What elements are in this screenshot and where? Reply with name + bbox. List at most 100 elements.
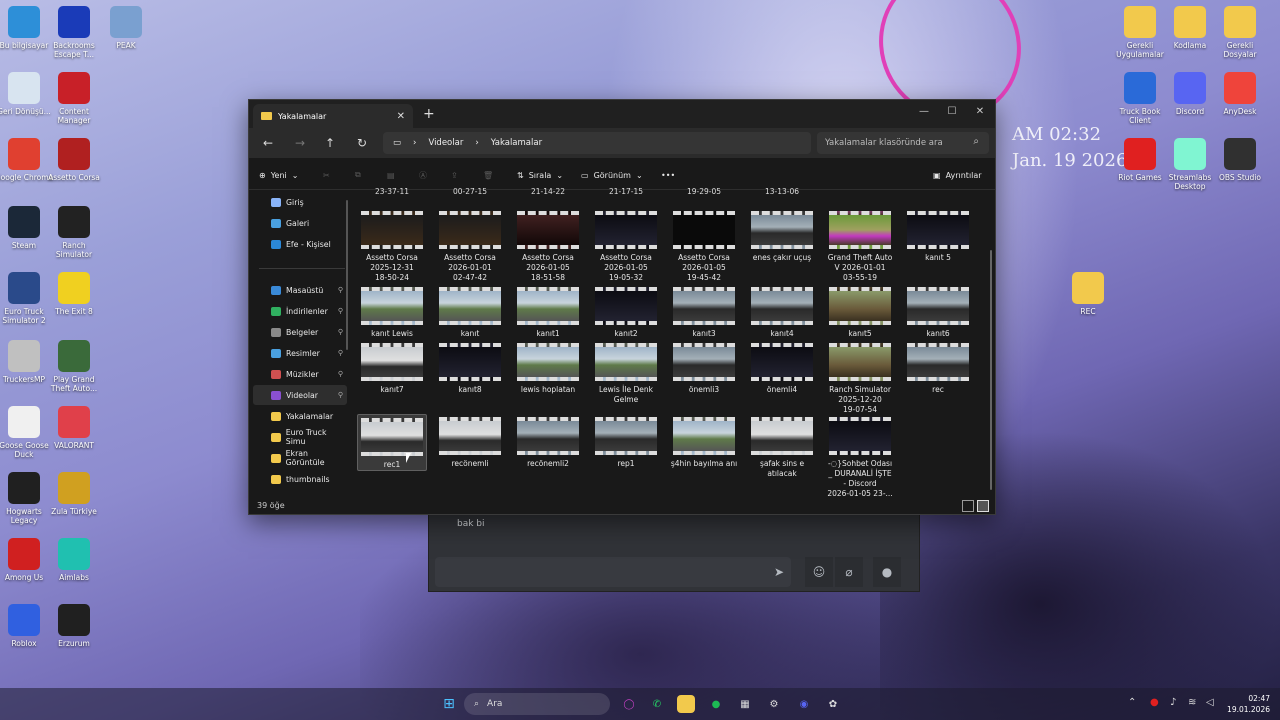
breadcrumb-yakalamalar[interactable]: Yakalamalar <box>491 138 542 148</box>
large-icons-view-button[interactable] <box>977 500 989 512</box>
sidebar-item[interactable]: thumbnails <box>253 469 347 489</box>
sidebar-item[interactable]: Euro Truck Simu <box>253 427 347 447</box>
whatsapp-icon[interactable]: ✆ <box>648 695 666 713</box>
desktop-icon[interactable]: REC <box>1058 272 1118 316</box>
wifi-icon[interactable]: ≋ <box>1188 697 1196 708</box>
file-item[interactable]: şafak sins e atılacak <box>747 414 817 479</box>
copy-icon[interactable]: ⧉ <box>355 167 361 183</box>
desktop-icon[interactable]: The Exit 8 <box>44 272 104 316</box>
volume-icon[interactable]: ◁ <box>1206 697 1214 708</box>
sidebar-item[interactable]: Videolar ⚲ <box>253 385 347 405</box>
file-item[interactable]: kanıt6 <box>903 284 973 339</box>
up-button[interactable]: ↑ <box>319 134 341 152</box>
file-item[interactable]: recönemli <box>435 414 505 469</box>
file-item[interactable]: lewis hoplatan <box>513 340 583 395</box>
rename-icon[interactable]: Ⓐ <box>419 167 427 183</box>
file-item[interactable]: enes çakır uçuş <box>747 208 817 263</box>
file-explorer-icon[interactable] <box>677 695 695 713</box>
minimize-button[interactable]: — <box>909 102 939 122</box>
spotify-icon[interactable]: ● <box>707 695 725 713</box>
desktop-icon[interactable]: Gerekli Dosyalar <box>1210 6 1270 59</box>
taskbar-search[interactable]: ⌕ Ara <box>464 693 610 715</box>
file-item[interactable]: recönemli2 <box>513 414 583 469</box>
sidebar-item[interactable]: Yakalamalar <box>253 406 347 426</box>
file-item[interactable]: kanıt7 <box>357 340 427 395</box>
chatgpt-icon[interactable]: ✿ <box>824 695 842 713</box>
details-view-button[interactable] <box>962 500 974 512</box>
sidebar-item[interactable]: Galeri <box>253 213 347 233</box>
emoji-icon[interactable]: ☺ <box>805 557 833 587</box>
steam-icon[interactable]: ⚙ <box>765 695 783 713</box>
attach-icon[interactable]: ⌀ <box>835 557 863 587</box>
sidebar-item[interactable]: Efe - Kişisel <box>253 234 347 254</box>
maximize-button[interactable]: ☐ <box>937 102 967 122</box>
desktop-icon[interactable]: Ranch Simulator <box>44 206 104 259</box>
file-item[interactable]: kanıt2 <box>591 284 661 339</box>
details-pane-button[interactable]: ▣ Ayrıntılar <box>933 167 982 183</box>
desktop-icon[interactable]: Play Grand Theft Auto... <box>44 340 104 393</box>
new-tab-button[interactable]: + <box>423 106 435 122</box>
chat-message-input[interactable] <box>435 557 791 587</box>
sidebar-item[interactable]: Müzikler ⚲ <box>253 364 347 384</box>
cut-icon[interactable]: ✂ <box>323 167 330 183</box>
file-item[interactable]: Assetto Corsa 2026-01-05 19-05-32 <box>591 208 661 283</box>
file-item-partial[interactable]: 2025-12-3113-13-06 <box>747 186 817 196</box>
tab-yakalamalar[interactable]: Yakalamalar ✕ <box>253 104 413 128</box>
opera-icon[interactable]: ◯ <box>620 695 638 713</box>
file-item[interactable]: kanıt5 <box>825 284 895 339</box>
windows-start-icon[interactable]: ⊞ <box>440 695 458 713</box>
file-item[interactable]: Assetto Corsa 2025-12-31 18-50-24 <box>357 208 427 283</box>
view-button[interactable]: ▭ Görünüm ⌄ <box>581 167 643 183</box>
sidebar-scrollbar[interactable] <box>346 200 348 350</box>
file-item-partial[interactable]: 2025-12-2700-27-15 <box>435 186 505 196</box>
taskbar-clock[interactable]: 02:47 19.01.2026 <box>1226 693 1270 715</box>
file-item[interactable]: -◌}Sohbet Odası _ DURANALİ İŞTE - Discord 2… <box>825 414 895 496</box>
file-item[interactable]: Lewis İle Denk Gelme <box>591 340 661 405</box>
microphone-icon[interactable]: ● <box>873 557 901 587</box>
file-item[interactable]: rec1 <box>357 414 427 471</box>
file-item[interactable]: Assetto Corsa 2026-01-05 19-45-42 <box>669 208 739 283</box>
file-item[interactable]: kanıt1 <box>513 284 583 339</box>
file-item[interactable]: Grand Theft Auto V 2026-01-01 03-55-19 <box>825 208 895 283</box>
address-bar[interactable]: ▭ › Videolar › Yakalamalar <box>383 132 811 154</box>
file-item[interactable]: kanıt <box>435 284 505 339</box>
file-item[interactable]: Ranch Simulator 2025-12-20 19-07-54 <box>825 340 895 415</box>
send-icon[interactable]: ➤ <box>765 557 793 587</box>
sidebar-item[interactable]: Giriş <box>253 192 347 212</box>
delete-icon[interactable]: 🗑 <box>483 167 493 183</box>
file-item[interactable]: kanıt8 <box>435 340 505 395</box>
back-button[interactable]: ← <box>257 134 279 152</box>
file-item[interactable]: rec <box>903 340 973 395</box>
content-scrollbar[interactable] <box>990 250 992 490</box>
breadcrumb-videolar[interactable]: Videolar <box>428 138 463 148</box>
file-item[interactable]: kanıt 5 <box>903 208 973 263</box>
sidebar-item[interactable]: Masaüstü ⚲ <box>253 280 347 300</box>
store-icon[interactable]: ▦ <box>736 695 754 713</box>
file-item-partial[interactable]: 2025-12-2623-37-11 <box>357 186 427 196</box>
desktop-icon[interactable]: Backrooms Escape T... <box>44 6 104 59</box>
desktop-icon[interactable]: OBS Studio <box>1210 138 1270 182</box>
tray-app-icon[interactable]: ● <box>1150 697 1159 708</box>
file-item[interactable]: Assetto Corsa 2026-01-05 18-51-58 <box>513 208 583 283</box>
paste-icon[interactable]: ▤ <box>387 167 395 183</box>
desktop-icon[interactable]: VALORANT <box>44 406 104 450</box>
desktop-icon[interactable]: Aimlabs <box>44 538 104 582</box>
share-icon[interactable]: ⇪ <box>451 167 458 183</box>
file-item[interactable]: kanıt3 <box>669 284 739 339</box>
sort-button[interactable]: ⇅ Sırala ⌄ <box>517 167 563 183</box>
close-tab-icon[interactable]: ✕ <box>397 111 405 122</box>
desktop-icon[interactable]: PEAK <box>96 6 156 50</box>
sidebar-item[interactable]: Ekran Görüntüle <box>253 448 347 468</box>
desktop-icon[interactable]: Erzurum <box>44 604 104 648</box>
file-item[interactable]: önemli3 <box>669 340 739 395</box>
search-input[interactable]: Yakalamalar klasöründe ara ⌕ <box>817 132 989 154</box>
desktop-icon[interactable]: Zula Türkiye <box>44 472 104 516</box>
more-options-button[interactable]: ••• <box>661 167 675 183</box>
discord-icon[interactable]: ◉ <box>795 695 813 713</box>
file-item[interactable]: ş4hin bayılma anı <box>669 414 739 469</box>
sidebar-item[interactable]: İndirilenler ⚲ <box>253 301 347 321</box>
file-item[interactable]: Assetto Corsa 2026-01-01 02-47-42 <box>435 208 505 283</box>
file-item-partial[interactable]: 2025-12-2921-17-15 <box>591 186 661 196</box>
forward-button[interactable]: → <box>289 134 311 152</box>
file-item[interactable]: rep1 <box>591 414 661 469</box>
